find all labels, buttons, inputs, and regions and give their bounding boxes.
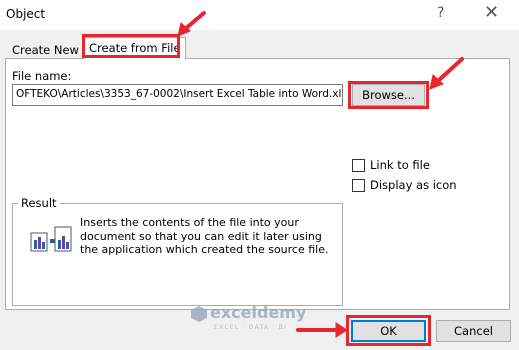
arrow-head-ok — [335, 322, 348, 338]
arrow-to-browse — [436, 57, 464, 83]
annotation-arrows — [177, 11, 464, 338]
arrow-to-tab — [183, 11, 206, 31]
